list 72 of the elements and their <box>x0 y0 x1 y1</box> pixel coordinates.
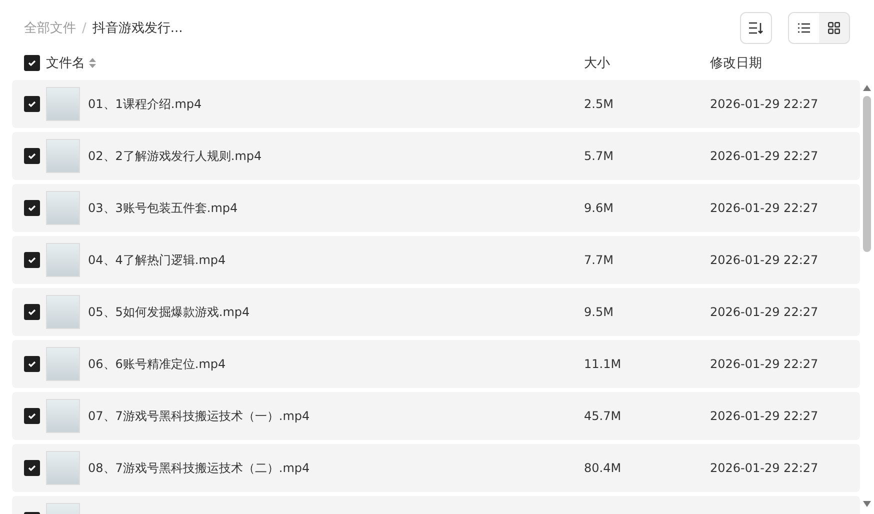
file-size: 9.5M <box>584 305 614 319</box>
video-thumbnail <box>46 191 80 225</box>
checkbox[interactable] <box>24 356 40 372</box>
file-date: 2026-01-29 22:27 <box>710 357 820 371</box>
column-header: 修改日期 <box>710 55 763 72</box>
file-size: 2.5M <box>584 97 614 111</box>
file-row[interactable]: 01、1课程介绍.mp4 2.5M 2026-01-29 22:27 <box>12 80 860 128</box>
checkbox[interactable] <box>24 408 40 424</box>
file-size: 9.6M <box>584 201 614 215</box>
column-header: 大小 <box>584 55 611 72</box>
file-size: 45.7M <box>584 409 622 423</box>
checkmark-icon <box>27 307 37 317</box>
checkmark-icon <box>27 411 37 421</box>
video-thumbnail <box>46 243 80 277</box>
file-name: 05、5如何发掘爆款游戏.mp4 <box>88 304 251 320</box>
checkmark-icon <box>27 203 37 213</box>
breadcrumb-link[interactable]: 抖音游戏发行... <box>92 19 183 37</box>
checkmark-icon <box>27 359 37 369</box>
file-name: 04、4了解热门逻辑.mp4 <box>88 252 227 268</box>
checkbox[interactable] <box>24 460 40 476</box>
file-size: 7.7M <box>584 253 614 267</box>
video-thumbnail <box>46 295 80 329</box>
checkmark-icon <box>27 99 37 109</box>
sort-button[interactable] <box>740 12 772 44</box>
file-row[interactable]: 05、5如何发掘爆款游戏.mp4 9.5M 2026-01-29 22:27 <box>12 288 860 336</box>
video-thumbnail <box>46 399 80 433</box>
scrollbar-thumb[interactable] <box>863 96 871 252</box>
file-date: 2026-01-29 22:27 <box>710 253 820 267</box>
file-name: 08、7游戏号黑科技搬运技术（二）.mp4 <box>88 460 311 476</box>
file-row[interactable]: 03、3账号包装五件套.mp4 9.6M 2026-01-29 22:27 <box>12 184 860 232</box>
file-name: 01、1课程介绍.mp4 <box>88 96 203 112</box>
checkbox[interactable] <box>24 96 40 112</box>
file-name: 02、2了解游戏发行人规则.mp4 <box>88 148 263 164</box>
checkmark-icon <box>27 58 37 68</box>
checkmark-icon <box>27 463 37 473</box>
file-row[interactable]: 08、7游戏号黑科技搬运技术（二）.mp4 80.4M 2026-01-29 22:27 <box>12 444 860 492</box>
column-header[interactable]: 文件名 <box>46 54 85 72</box>
file-date: 2026-01-29 22:27 <box>710 461 820 475</box>
scroll-down-icon[interactable] <box>862 500 872 508</box>
list-view-button[interactable] <box>789 13 819 43</box>
file-name: 03、3账号包装五件套.mp4 <box>88 200 239 216</box>
checkmark-icon <box>27 255 37 265</box>
file-name: 06、6账号精准定位.mp4 <box>88 356 227 372</box>
checkmark-icon <box>27 151 37 161</box>
file-size: 5.7M <box>584 149 614 163</box>
checkbox[interactable] <box>24 304 40 320</box>
checkbox[interactable] <box>24 252 40 268</box>
file-date: 2026-01-29 22:27 <box>710 97 820 111</box>
file-row[interactable]: 04、4了解热门逻辑.mp4 7.7M 2026-01-29 22:27 <box>12 236 860 284</box>
file-row[interactable]: 06、6账号精准定位.mp4 11.1M 2026-01-29 22:27 <box>12 340 860 388</box>
file-row[interactable]: 07、7游戏号黑科技搬运技术（一）.mp4 45.7M 2026-01-29 22:27 <box>12 392 860 440</box>
file-size: 80.4M <box>584 461 622 475</box>
video-thumbnail <box>46 451 80 485</box>
grid-icon <box>828 22 840 34</box>
file-size: 11.1M <box>584 357 622 371</box>
file-date: 2026-01-29 22:27 <box>710 305 820 319</box>
sort-icon <box>749 22 763 34</box>
breadcrumb-separator: / <box>82 20 86 36</box>
file-date: 2026-01-29 22:27 <box>710 149 820 163</box>
file-name: 07、7游戏号黑科技搬运技术（一）.mp4 <box>88 408 311 424</box>
checkbox[interactable] <box>24 200 40 216</box>
file-date: 2026-01-29 22:27 <box>710 201 820 215</box>
checkbox[interactable] <box>24 55 40 71</box>
checkbox[interactable] <box>24 148 40 164</box>
video-thumbnail <box>46 139 80 173</box>
file-row[interactable]: 02、2了解游戏发行人规则.mp4 5.7M 2026-01-29 22:27 <box>12 132 860 180</box>
scroll-up-icon[interactable] <box>862 84 872 92</box>
file-date: 2026-01-29 22:27 <box>710 409 820 423</box>
video-thumbnail <box>46 347 80 381</box>
video-thumbnail <box>46 87 80 121</box>
sort-arrows-icon[interactable] <box>89 58 96 68</box>
list-icon <box>798 23 810 33</box>
